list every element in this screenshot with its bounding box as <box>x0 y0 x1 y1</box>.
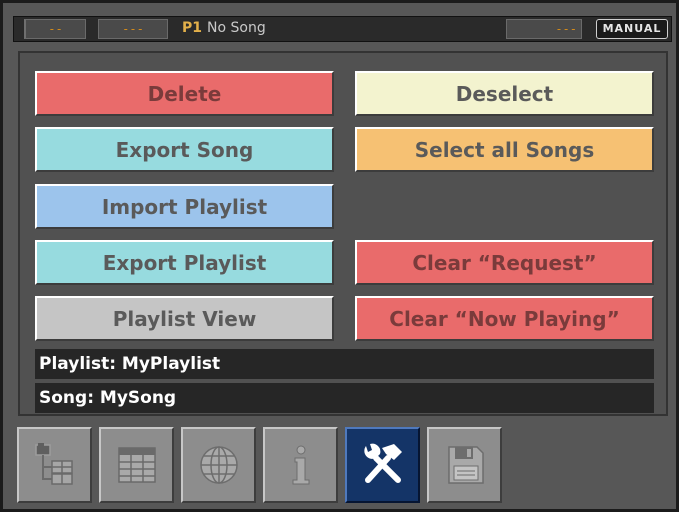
tools-icon <box>363 443 402 483</box>
mode-toggle-button[interactable]: MANUAL <box>596 19 668 39</box>
save-disk-icon <box>447 446 484 484</box>
clear-now-playing-button[interactable]: Clear “Now Playing” <box>355 296 654 341</box>
playlist-actions-panel: Delete Deselect Export Song Select all S… <box>18 51 668 416</box>
tree-view-tab[interactable] <box>17 427 92 503</box>
export-song-button[interactable]: Export Song <box>35 127 334 172</box>
delete-button[interactable]: Delete <box>35 71 334 116</box>
playlist-view-button[interactable]: Playlist View <box>35 296 334 341</box>
save-tab[interactable] <box>427 427 502 503</box>
globe-icon <box>199 446 238 484</box>
playlist-info: Playlist: MyPlaylist <box>35 349 654 379</box>
globe-tab[interactable] <box>181 427 256 503</box>
tools-tab[interactable] <box>345 427 420 503</box>
info-tab[interactable] <box>263 427 338 503</box>
export-playlist-button[interactable]: Export Playlist <box>35 240 334 285</box>
current-song-title: No Song <box>207 20 266 36</box>
status-bar: -- --- P1 No Song --- MANUAL <box>13 16 672 42</box>
player-slot-title: P1 No Song <box>182 19 498 39</box>
song-info: Song: MySong <box>35 383 654 413</box>
list-view-icon <box>117 447 156 483</box>
deselect-button[interactable]: Deselect <box>355 71 654 116</box>
app-frame: -- --- P1 No Song --- MANUAL Delete Desel… <box>0 0 679 512</box>
clear-request-button[interactable]: Clear “Request” <box>355 240 654 285</box>
status-segment-a: -- <box>24 19 86 39</box>
status-segment-right: --- <box>506 19 582 39</box>
select-all-songs-button[interactable]: Select all Songs <box>355 127 654 172</box>
player-slot-number: P1 <box>182 20 203 36</box>
info-icon <box>292 445 309 485</box>
list-view-tab[interactable] <box>99 427 174 503</box>
status-segment-b: --- <box>98 19 168 39</box>
tree-view-icon <box>34 443 73 485</box>
import-playlist-button[interactable]: Import Playlist <box>35 184 334 229</box>
